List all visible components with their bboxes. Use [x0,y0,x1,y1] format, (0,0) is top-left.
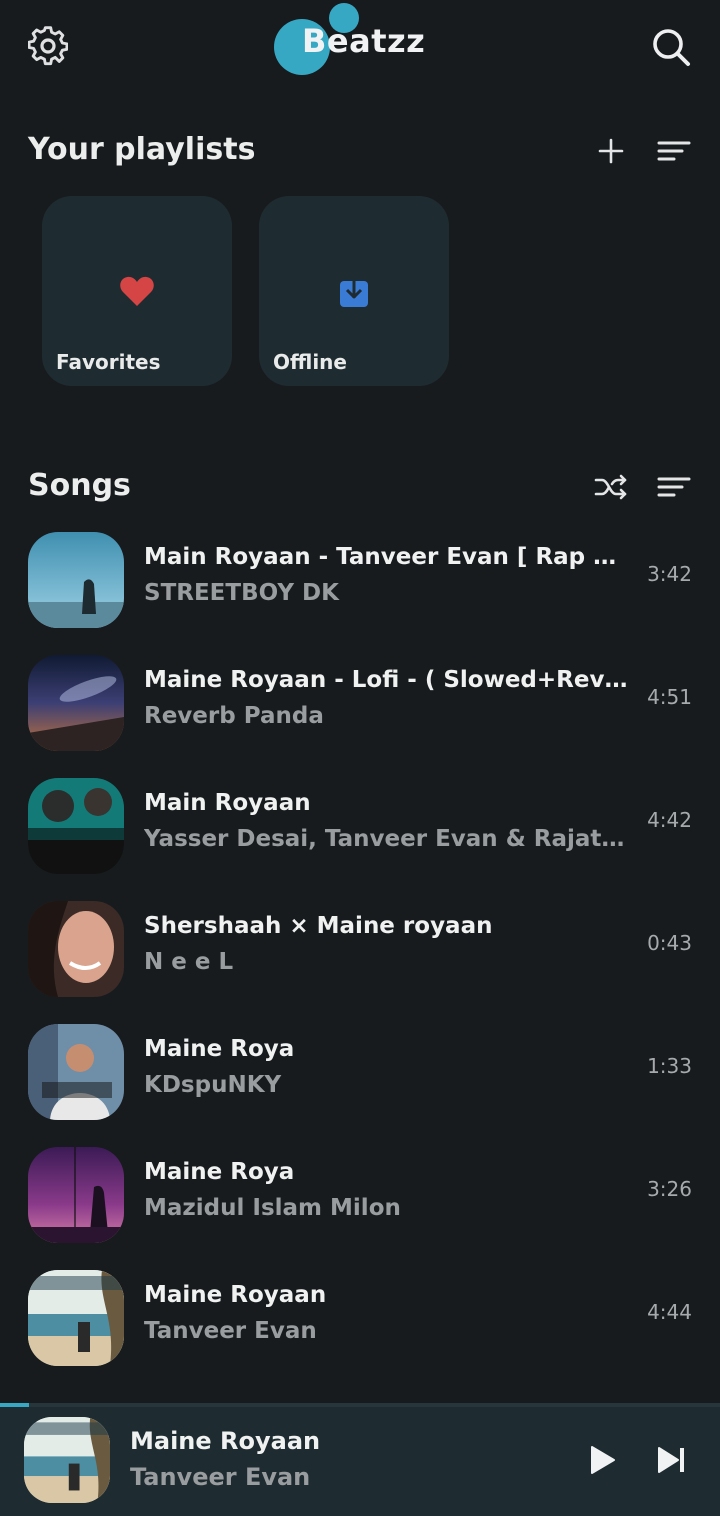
song-title: Main Royaan - Tanveer Evan [ Rap Extende… [144,544,630,570]
album-art [28,1024,124,1120]
progress-fill [0,1403,29,1407]
song-row[interactable]: Shershaah × Maine royaan N e e L 0:43 [0,893,720,1003]
play-button[interactable] [582,1440,622,1480]
mini-player[interactable]: Maine Royaan Tanveer Evan [0,1403,720,1516]
song-duration: 3:26 [647,1177,692,1201]
song-row[interactable]: Maine Royaan - Lofi - ( Slowed+Reverb ) … [0,647,720,757]
song-row[interactable]: Main Royaan - Tanveer Evan [ Rap Extende… [0,524,720,634]
now-playing-art [24,1417,110,1503]
song-duration: 0:43 [647,931,692,955]
song-duration: 4:44 [647,1300,692,1324]
song-row[interactable]: Maine Roya KDspuNKY 1:33 [0,1016,720,1126]
app-logo: Beatzz [272,2,452,82]
song-artist: KDspuNKY [144,1072,282,1098]
song-duration: 1:33 [647,1054,692,1078]
playlists-heading: Your playlists [28,132,256,167]
sort-playlists-button[interactable] [654,131,694,171]
search-icon[interactable] [650,26,692,68]
shuffle-button[interactable] [591,467,631,507]
album-art [28,1270,124,1366]
playlist-card-favorites[interactable]: Favorites [42,196,232,386]
album-art [28,655,124,751]
skip-next-icon [658,1447,684,1473]
playlist-label: Favorites [56,350,161,374]
song-artist: Yasser Desai, Tanveer Evan & Rajat Nagpa… [144,826,630,852]
song-title: Main Royaan [144,790,311,816]
gear-icon[interactable] [27,26,69,66]
download-icon [335,272,373,310]
song-duration: 4:42 [647,808,692,832]
now-playing-title: Maine Royaan [130,1427,321,1455]
songs-heading: Songs [28,468,131,503]
sort-songs-button[interactable] [654,467,694,507]
progress-bar[interactable] [0,1403,720,1407]
song-artist: Reverb Panda [144,703,324,729]
song-duration: 3:42 [647,562,692,586]
sort-icon [657,477,691,497]
play-icon [591,1446,615,1474]
song-title: Shershaah × Maine royaan [144,913,493,939]
now-playing-artist: Tanveer Evan [130,1463,311,1491]
song-title: Maine Royaan - Lofi - ( Slowed+Reverb ) [144,667,630,693]
song-row[interactable]: Maine Roya Mazidul Islam Milon 3:26 [0,1139,720,1249]
shuffle-icon [594,474,627,500]
song-artist: STREETBOY DK [144,580,339,606]
heart-icon [118,272,156,310]
app-name: Beatzz [302,22,426,60]
song-artist: N e e L [144,949,234,975]
song-row[interactable]: Main Royaan Yasser Desai, Tanveer Evan &… [0,770,720,880]
song-row[interactable]: Maine Royaan Tanveer Evan 4:44 [0,1262,720,1372]
song-title: Maine Royaan [144,1282,327,1308]
album-art [28,1147,124,1243]
album-art [28,778,124,874]
add-playlist-button[interactable] [591,131,631,171]
song-title: Maine Roya [144,1036,295,1062]
song-duration: 4:51 [647,685,692,709]
next-button[interactable] [652,1440,692,1480]
playlist-label: Offline [273,350,347,374]
top-bar: Beatzz [0,0,720,96]
plus-icon [598,138,624,164]
album-art [28,532,124,628]
sort-icon [657,141,691,161]
album-art [28,901,124,997]
song-artist: Tanveer Evan [144,1318,317,1344]
app-root: Beatzz Your playlists Favorites Offline … [0,0,720,1516]
song-artist: Mazidul Islam Milon [144,1195,401,1221]
playlist-card-offline[interactable]: Offline [259,196,449,386]
song-title: Maine Roya [144,1159,295,1185]
